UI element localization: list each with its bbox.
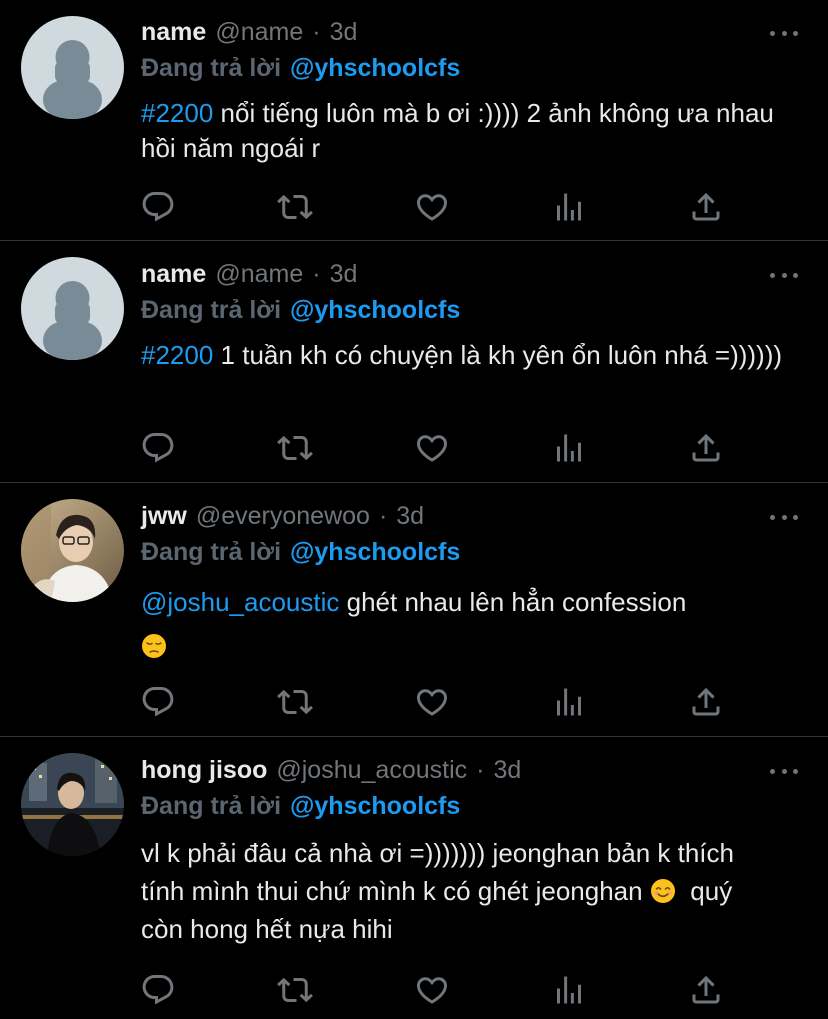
reply-prefix: Đang trả lời xyxy=(141,537,282,566)
tweet-text-content: 1 tuần kh có chuyện là kh yên ổn luôn nh… xyxy=(213,340,783,370)
timestamp[interactable]: 3d xyxy=(493,756,521,785)
tweet-header: hong jisoo @joshu_acoustic · 3d xyxy=(141,753,521,787)
hashtag-link[interactable]: #2200 xyxy=(141,340,213,370)
reply-context: Đang trả lời @yhschoolcfs xyxy=(141,789,460,823)
default-avatar[interactable] xyxy=(21,16,124,119)
tweet[interactable]: name @name · 3d Đang trả lời @yhschoolcf… xyxy=(0,0,828,240)
profile-photo-avatar[interactable] xyxy=(21,753,124,856)
more-options-icon[interactable] xyxy=(770,268,798,282)
reply-prefix: Đang trả lời xyxy=(141,295,282,324)
analytics-icon[interactable] xyxy=(551,189,587,225)
tweet-actions xyxy=(140,972,730,1008)
tweet-text-content: ghét nhau lên hẳn confession xyxy=(339,587,687,617)
analytics-icon[interactable] xyxy=(551,684,587,720)
pensive-face-emoji xyxy=(141,628,167,658)
tweet-actions xyxy=(140,430,730,466)
tweet-header: name @name · 3d xyxy=(141,257,357,291)
more-options-icon[interactable] xyxy=(770,764,798,778)
share-icon[interactable] xyxy=(688,684,724,720)
analytics-icon[interactable] xyxy=(551,430,587,466)
retweet-icon[interactable] xyxy=(277,430,313,466)
reply-context: Đang trả lời @yhschoolcfs xyxy=(141,51,460,85)
user-handle[interactable]: @everyonewoo xyxy=(196,502,370,531)
share-icon[interactable] xyxy=(688,972,724,1008)
tweet-text: vl k phải đâu cả nhà ơi =))))))) jeongha… xyxy=(141,834,781,948)
reply-to-mention[interactable]: @yhschoolcfs xyxy=(290,538,460,567)
timestamp[interactable]: 3d xyxy=(330,18,358,47)
display-name[interactable]: name xyxy=(141,260,206,289)
tweet-actions xyxy=(140,189,730,225)
retweet-icon[interactable] xyxy=(277,684,313,720)
mention-link[interactable]: @joshu_acoustic xyxy=(141,587,339,617)
reply-context: Đang trả lời @yhschoolcfs xyxy=(141,535,460,569)
reply-context: Đang trả lời @yhschoolcfs xyxy=(141,293,460,327)
reply-to-mention[interactable]: @yhschoolcfs xyxy=(290,296,460,325)
share-icon[interactable] xyxy=(688,189,724,225)
reply-icon[interactable] xyxy=(140,189,176,225)
tweet-text: #2200 1 tuần kh có chuyện là kh yên ổn l… xyxy=(141,338,801,373)
separator-dot: · xyxy=(312,17,321,46)
tweet-text-content: nổi tiếng luôn mà b ơi :)))) 2 ảnh không… xyxy=(141,98,774,163)
retweet-icon[interactable] xyxy=(277,189,313,225)
reply-icon[interactable] xyxy=(140,972,176,1008)
tweet-header: jww @everyonewoo · 3d xyxy=(141,499,424,533)
tweet-text-content: vl k phải đâu cả nhà ơi =))))))) jeongha… xyxy=(141,838,734,906)
more-options-icon[interactable] xyxy=(770,510,798,524)
more-options-icon[interactable] xyxy=(770,26,798,40)
tweet[interactable]: name @name · 3d Đang trả lời @yhschoolcf… xyxy=(0,241,828,482)
default-avatar[interactable] xyxy=(21,257,124,360)
share-icon[interactable] xyxy=(688,430,724,466)
like-icon[interactable] xyxy=(414,684,450,720)
user-handle[interactable]: @name xyxy=(215,260,303,289)
analytics-icon[interactable] xyxy=(551,972,587,1008)
hashtag-link[interactable]: #2200 xyxy=(141,98,213,128)
like-icon[interactable] xyxy=(414,189,450,225)
user-handle[interactable]: @joshu_acoustic xyxy=(276,756,467,785)
reply-prefix: Đang trả lời xyxy=(141,791,282,820)
tweet[interactable]: hong jisoo @joshu_acoustic · 3d Đang trả… xyxy=(0,737,828,1019)
display-name[interactable]: hong jisoo xyxy=(141,756,267,785)
tweet[interactable]: jww @everyonewoo · 3d Đang trả lời @yhsc… xyxy=(0,483,828,736)
tweet-actions xyxy=(140,684,730,720)
tweet-text: #2200 nổi tiếng luôn mà b ơi :)))) 2 ảnh… xyxy=(141,96,801,166)
reply-to-mention[interactable]: @yhschoolcfs xyxy=(290,792,460,821)
like-icon[interactable] xyxy=(414,972,450,1008)
reply-prefix: Đang trả lời xyxy=(141,53,282,82)
retweet-icon[interactable] xyxy=(277,972,313,1008)
reply-icon[interactable] xyxy=(140,684,176,720)
reply-to-mention[interactable]: @yhschoolcfs xyxy=(290,54,460,83)
separator-dot: · xyxy=(476,755,485,784)
timestamp[interactable]: 3d xyxy=(396,502,424,531)
reply-icon[interactable] xyxy=(140,430,176,466)
like-icon[interactable] xyxy=(414,430,450,466)
separator-dot: · xyxy=(378,501,388,530)
timestamp[interactable]: 3d xyxy=(330,260,358,289)
tweet-header: name @name · 3d xyxy=(141,15,357,49)
tweet-text: @joshu_acoustic ghét nhau lên hẳn confes… xyxy=(141,580,801,668)
user-handle[interactable]: @name xyxy=(215,18,303,47)
display-name[interactable]: jww xyxy=(141,502,187,531)
profile-photo-avatar[interactable] xyxy=(21,499,124,602)
smiling-face-emoji xyxy=(650,876,676,903)
display-name[interactable]: name xyxy=(141,18,206,47)
separator-dot: · xyxy=(312,259,321,288)
